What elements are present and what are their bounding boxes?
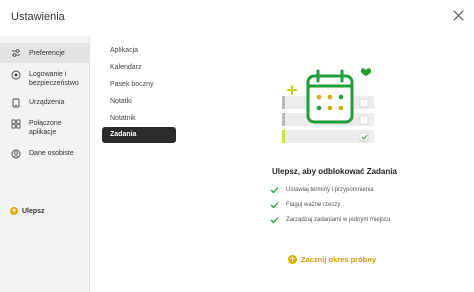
feature-item: Zarządzaj zadaniami w jednym miejscu <box>270 216 390 224</box>
start-trial-button[interactable]: Zacznij okres próbny <box>288 255 376 264</box>
shield-icon <box>11 70 21 80</box>
feature-label: Zarządzaj zadaniami w jednym miejscu <box>286 217 391 223</box>
upgrade-icon <box>288 255 297 264</box>
upgrade-icon <box>10 207 18 215</box>
settings-window: Ustawienia Preferencje Logowanie i bezpi… <box>0 0 474 292</box>
sidebar-item-label: Urządzenia <box>29 99 65 106</box>
sidebar-item-label: Połączone aplikacje <box>29 120 62 136</box>
sidebar: Preferencje Logowanie i bezpieczeństwo U… <box>0 36 90 292</box>
feature-item: Ustawiaj terminy i przypomnienia <box>270 186 374 194</box>
sidebar-item-connected-apps[interactable]: Połączone aplikacje <box>0 119 89 137</box>
sidebar-item-label: Preferencje <box>29 49 65 57</box>
sidebar-item-label: Logowanie i bezpieczeństwo <box>29 71 79 87</box>
sliders-icon <box>12 49 20 57</box>
feature-label: Flaguj ważne rzeczy <box>286 202 341 208</box>
upgrade-label: Ulepsz <box>22 207 45 215</box>
close-icon[interactable] <box>452 9 465 22</box>
sidebar-item-personal-data[interactable]: Dane osobiste <box>0 149 89 159</box>
sidebar-item-label: Dane osobiste <box>29 150 74 157</box>
sidebar-item-login-security[interactable]: Logowanie i bezpieczeństwo <box>0 70 89 88</box>
tasks-calendar-illustration <box>282 68 374 143</box>
check-icon <box>270 217 279 224</box>
submenu-item-sidebar[interactable]: Pasek boczny <box>102 77 176 93</box>
submenu-item-notes[interactable]: Notatki <box>102 94 176 110</box>
sidebar-item-preferences[interactable]: Preferencje <box>0 43 89 63</box>
upgrade-headline: Ulepsz, aby odblokować Zadania <box>272 167 397 176</box>
upgrade-button[interactable]: Ulepsz <box>10 207 45 215</box>
apps-icon <box>11 119 21 129</box>
start-trial-label: Zacznij okres próbny <box>301 255 377 264</box>
submenu-item-notebook[interactable]: Notatnik <box>102 111 176 127</box>
device-icon <box>12 98 20 108</box>
check-icon <box>270 202 279 209</box>
submenu-item-calendar[interactable]: Kalendarz <box>102 60 176 76</box>
check-icon <box>270 187 279 194</box>
window-title: Ustawienia <box>11 11 65 23</box>
feature-label: Ustawiaj terminy i przypomnienia <box>286 187 374 193</box>
submenu-item-tasks[interactable]: Zadania <box>102 127 176 143</box>
feature-item: Flaguj ważne rzeczy <box>270 201 340 209</box>
submenu-item-app[interactable]: Aplikacja <box>102 43 176 59</box>
sidebar-item-devices[interactable]: Urządzenia <box>0 98 89 108</box>
person-icon <box>11 149 21 159</box>
